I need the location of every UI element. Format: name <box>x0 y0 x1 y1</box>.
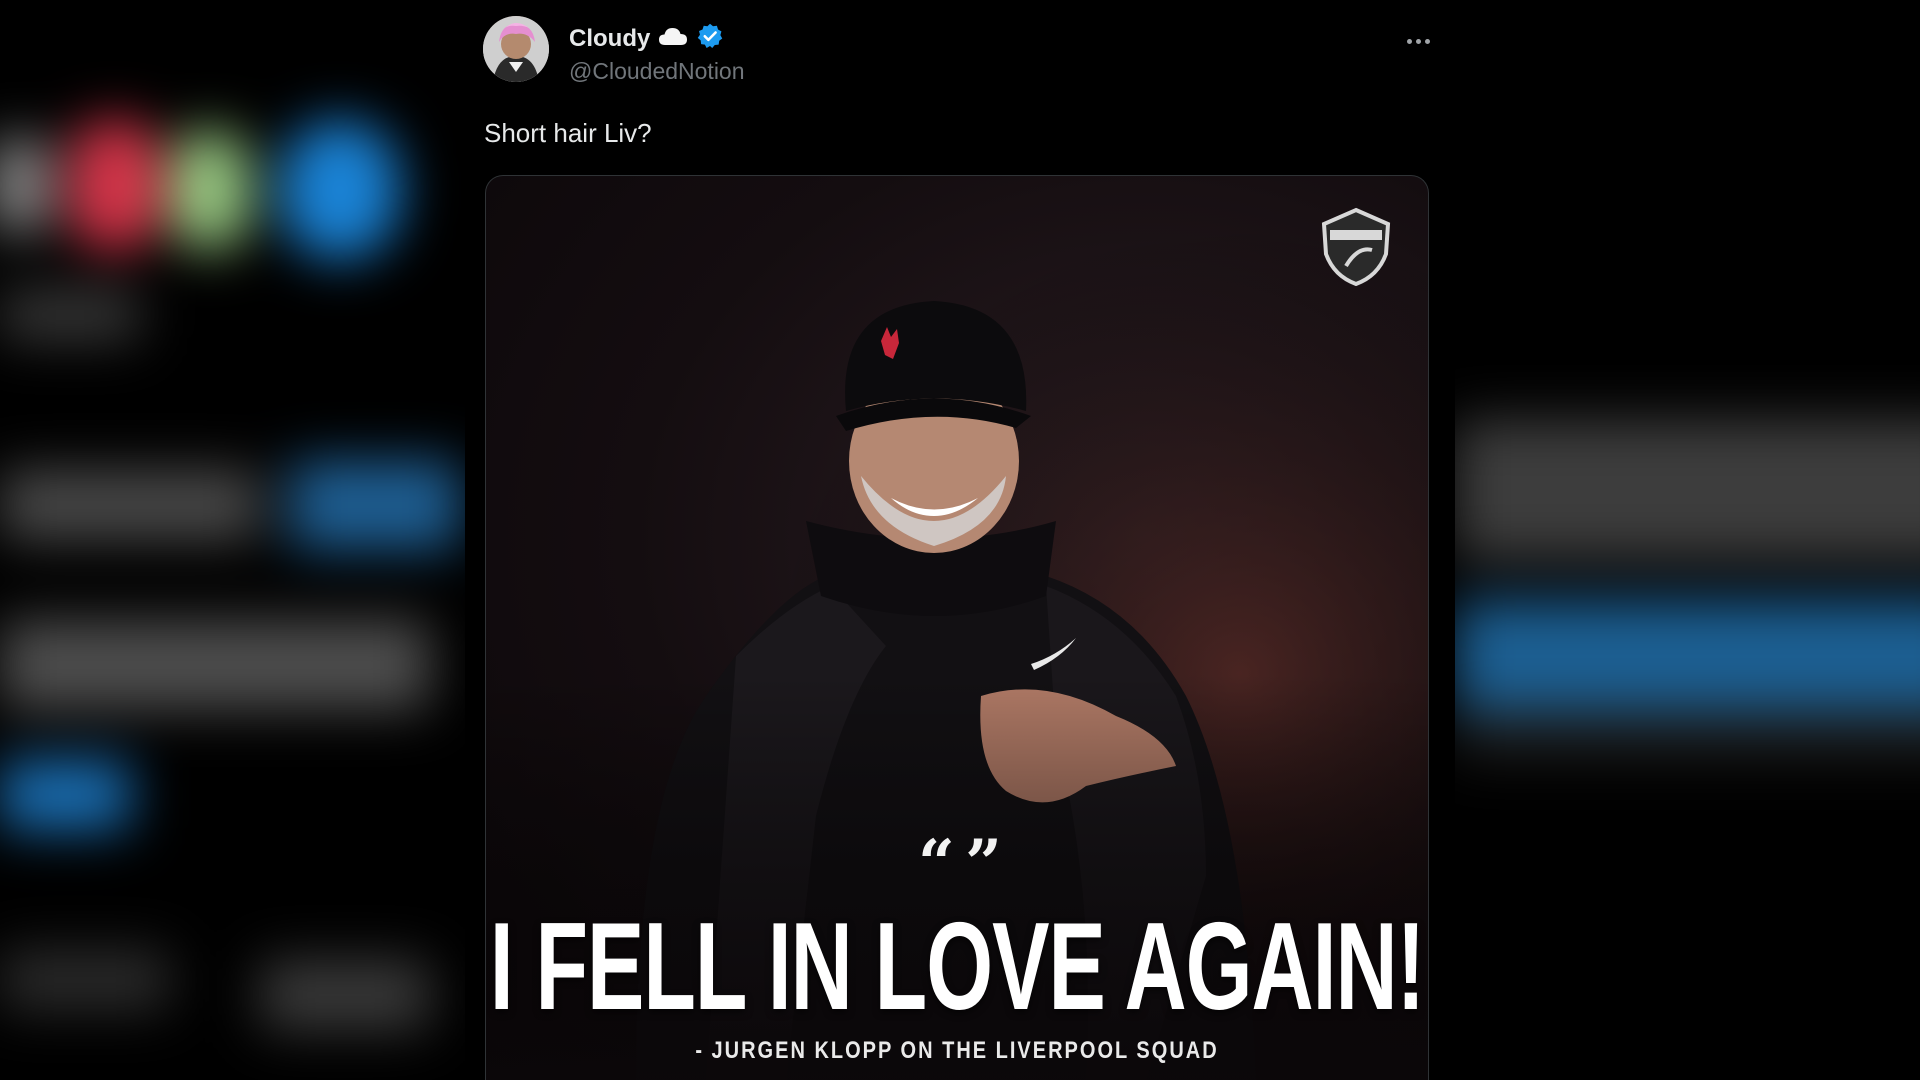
media-attribution: - JURGEN KLOPP ON THE LIVERPOOL SQUAD <box>695 1037 1219 1065</box>
watermark-logo <box>1316 206 1396 286</box>
verified-badge-icon[interactable] <box>696 22 724 55</box>
display-name[interactable]: Cloudy <box>569 25 650 53</box>
media-headline: I FELL IN LOVE AGAIN! <box>489 897 1426 1037</box>
cloud-icon <box>658 25 688 52</box>
blurred-background-left <box>0 0 480 1080</box>
tweet-text: Short hair Liv? <box>484 118 652 148</box>
blurred-background-right <box>1455 0 1920 1080</box>
tweet-media-image[interactable]: “ ” I FELL IN LOVE AGAIN! - JURGEN KLOPP… <box>485 175 1429 1080</box>
user-handle[interactable]: @CloudedNotion <box>569 58 745 85</box>
more-options-icon[interactable] <box>1398 26 1438 56</box>
quote-marks: “ ” <box>918 826 1002 901</box>
screen: Cloudy @CloudedNotion Short hair Liv? “ … <box>0 0 1920 1080</box>
name-row: Cloudy <box>569 22 724 55</box>
avatar[interactable] <box>483 16 549 82</box>
tweet-header: Cloudy @CloudedNotion <box>483 16 1438 86</box>
tweet-card[interactable]: Cloudy @CloudedNotion Short hair Liv? “ … <box>465 0 1455 1080</box>
